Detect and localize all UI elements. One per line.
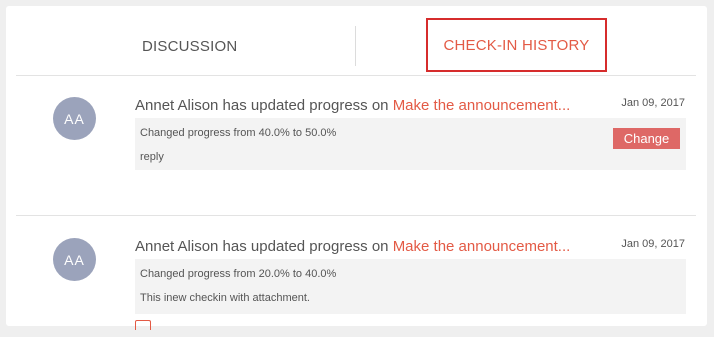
tab-checkin-history[interactable]: CHECK-IN HISTORY: [426, 18, 607, 72]
entry-note: This inew checkin with attachment.: [140, 292, 310, 304]
goal-link[interactable]: Make the announcement...: [393, 97, 571, 114]
checkin-panel: DISCUSSION CHECK-IN HISTORY AA Annet Ali…: [6, 6, 707, 330]
tab-divider: [355, 26, 356, 66]
entry-headline: Annet Alison has updated progress on Mak…: [135, 238, 605, 255]
entry-detail-box: Changed progress from 40.0% to 50.0% rep…: [135, 118, 686, 170]
tab-checkin-history-label: CHECK-IN HISTORY: [443, 36, 590, 54]
tab-discussion[interactable]: DISCUSSION: [142, 38, 237, 55]
avatar: AA: [53, 97, 96, 140]
checkin-entry: AA Annet Alison has updated progress on …: [16, 217, 696, 337]
entry-detail-box: Changed progress from 20.0% to 40.0% Thi…: [135, 259, 686, 314]
goal-link[interactable]: Make the announcement...: [393, 238, 571, 255]
entry-user-text: Annet Alison has updated progress on: [135, 97, 393, 114]
progress-change-text: Changed progress from 20.0% to 40.0%: [140, 268, 337, 280]
entry-headline: Annet Alison has updated progress on Mak…: [135, 97, 605, 114]
attachment-icon[interactable]: [135, 320, 151, 330]
change-button[interactable]: Change: [613, 128, 680, 149]
tab-bar: DISCUSSION CHECK-IN HISTORY: [16, 16, 696, 76]
entry-date: Jan 09, 2017: [621, 238, 685, 250]
avatar: AA: [53, 238, 96, 281]
entry-note: reply: [140, 151, 164, 163]
progress-change-text: Changed progress from 40.0% to 50.0%: [140, 127, 337, 139]
entry-user-text: Annet Alison has updated progress on: [135, 238, 393, 255]
entry-date: Jan 09, 2017: [621, 97, 685, 109]
checkin-entry: AA Annet Alison has updated progress on …: [16, 76, 696, 216]
